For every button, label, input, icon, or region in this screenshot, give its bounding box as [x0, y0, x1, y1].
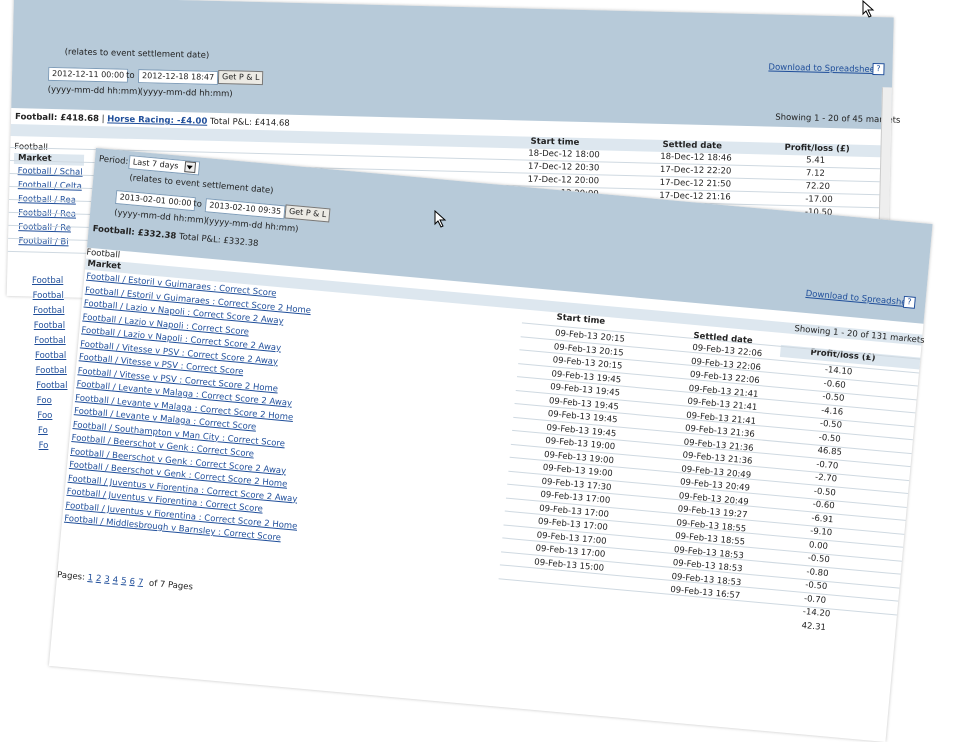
- pages-suffix: of 7 Pages: [148, 578, 194, 593]
- profit-loss-cell: -0.50: [804, 580, 828, 593]
- page-link[interactable]: 5: [121, 576, 127, 586]
- profit-loss-cell: -0.80: [806, 566, 829, 579]
- market-link-stub[interactable]: Footbal: [35, 351, 67, 361]
- filter-panel: [11, 0, 894, 130]
- col-settled-date: Settled date: [662, 139, 723, 152]
- total-pnl: Total P&L: £414.68: [209, 116, 290, 129]
- start-time-cell: 18-Dec-12 18:00: [528, 148, 600, 161]
- profit-loss-cell: 5.41: [806, 155, 826, 166]
- market-link-stub[interactable]: Fo: [38, 426, 48, 436]
- market-link-stub[interactable]: Foo: [36, 396, 52, 406]
- page-link[interactable]: 6: [129, 577, 135, 587]
- period-value: Last 7 days: [132, 157, 179, 171]
- profit-loss-cell: 72.20: [805, 181, 831, 192]
- settled-date-cell: 17-Dec-12 22:20: [659, 164, 732, 177]
- page-link[interactable]: 4: [112, 575, 118, 585]
- market-link-stub[interactable]: Fo: [38, 441, 49, 451]
- profit-loss-cell: -0.70: [815, 459, 839, 472]
- help-icon[interactable]: ?: [872, 62, 885, 76]
- market-link-stub[interactable]: Footbal: [33, 306, 65, 316]
- to-label: to: [192, 199, 203, 210]
- pagination: Pages: 1234567 of 7 Pages: [57, 570, 194, 592]
- page-link[interactable]: 3: [104, 575, 110, 585]
- help-icon[interactable]: ?: [902, 295, 916, 309]
- market-link-stub[interactable]: Footbal: [32, 291, 64, 301]
- profit-loss-cell: -0.60: [812, 499, 836, 512]
- market-link-stub[interactable]: Foo: [37, 411, 53, 421]
- pages-label: Pages:: [56, 570, 86, 583]
- market-link[interactable]: Football / Re: [18, 222, 71, 233]
- profit-loss-cell: -14.20: [802, 606, 831, 620]
- col-market: Market: [17, 153, 52, 164]
- col-start-time: Start time: [530, 136, 580, 148]
- mouse-cursor-icon: [862, 0, 875, 18]
- pnl-report-front: Period: Last 7 days (relates to event se…: [48, 148, 933, 742]
- market-link-stub[interactable]: Footbal: [33, 321, 66, 331]
- page-link[interactable]: 2: [96, 574, 102, 584]
- profit-loss-cell: 0.00: [808, 539, 829, 552]
- start-time-cell: 17-Dec-12 20:00: [527, 174, 600, 187]
- profit-loss-cell: -17.00: [805, 194, 833, 206]
- market-link-stub[interactable]: Footbal: [36, 381, 68, 391]
- profit-loss-cell: -2.70: [814, 472, 838, 485]
- profit-loss-cell: -0.50: [819, 418, 843, 431]
- horse-racing-link[interactable]: Horse Racing: -£4.00: [107, 114, 207, 126]
- market-link-stub[interactable]: Footbal: [34, 336, 66, 346]
- profit-loss-cell: -0.50: [813, 485, 837, 498]
- profit-loss-cell: -0.70: [803, 593, 827, 606]
- start-time-cell: 17-Dec-12 20:30: [527, 161, 600, 174]
- profit-loss-cell: -6.91: [810, 512, 834, 525]
- profit-loss-cell: -0.50: [807, 553, 831, 566]
- profit-loss-cell: 46.85: [817, 445, 843, 458]
- summary-separator: |: [101, 114, 105, 125]
- page-link[interactable]: 7: [137, 578, 143, 588]
- from-date-input[interactable]: 2012-12-11 00:00: [47, 66, 129, 83]
- market-link-stub[interactable]: Footbal: [35, 366, 67, 376]
- profit-loss-cell: 7.12: [805, 168, 825, 179]
- showing-count: Showing 1 - 20 of 131 markets: [794, 324, 925, 346]
- chevron-down-icon[interactable]: [184, 161, 197, 174]
- profit-loss-cell: -0.60: [823, 378, 847, 391]
- profit-loss-cell: -0.50: [821, 391, 845, 404]
- profit-loss-cell: -4.16: [820, 405, 844, 418]
- to-date-input[interactable]: 2012-12-18 18:47: [137, 69, 219, 86]
- settled-date-cell: 17-Dec-12 21:50: [659, 177, 732, 190]
- mouse-cursor-icon: [434, 210, 447, 228]
- settled-date-cell: 18-Dec-12 18:46: [660, 151, 732, 164]
- market-link-stub[interactable]: Footbal: [32, 276, 64, 286]
- profit-loss-cell: -9.10: [809, 526, 833, 539]
- profit-loss-cell: -14.10: [824, 364, 853, 378]
- market-link[interactable]: Football / Schal: [18, 166, 83, 178]
- get-pnl-button[interactable]: Get P & L: [217, 70, 264, 86]
- col-profit-loss: Profit/loss (£): [784, 142, 850, 155]
- profit-loss-cell: -0.50: [818, 432, 842, 445]
- page-link[interactable]: 1: [87, 573, 93, 583]
- football-summary: Football: £418.68: [14, 112, 100, 125]
- profit-loss-cell: 42.31: [801, 620, 827, 633]
- to-label: to: [125, 70, 135, 81]
